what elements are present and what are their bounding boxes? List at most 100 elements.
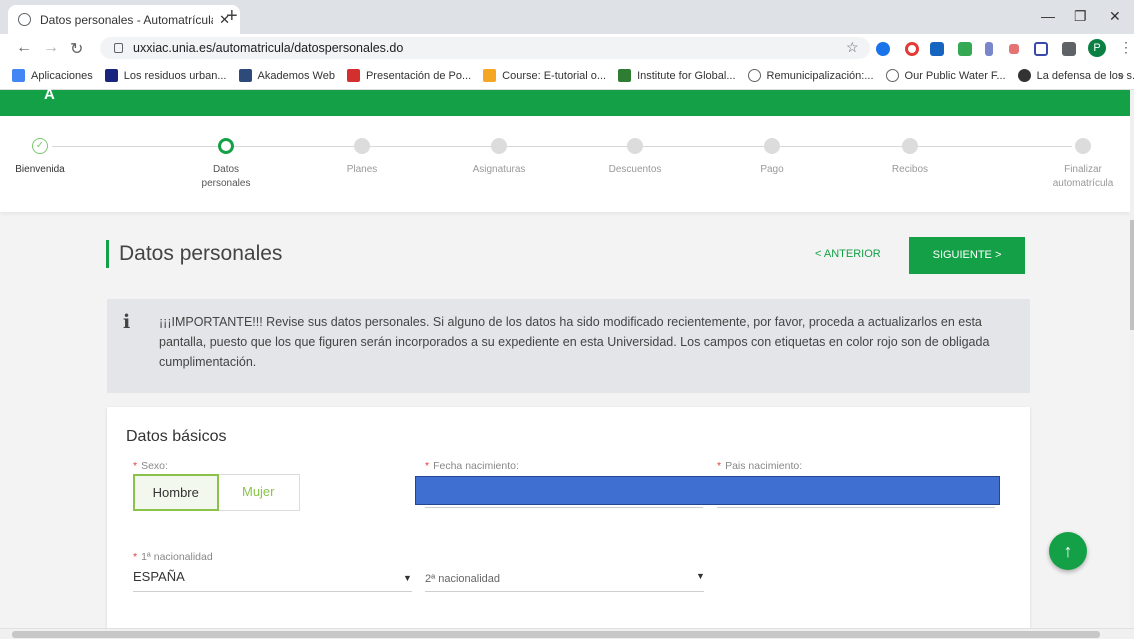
nacionalidad1-select[interactable]: ESPAÑA bbox=[133, 569, 185, 584]
bookmark-item[interactable]: Institute for Global... bbox=[618, 69, 736, 82]
nacionalidad1-label: * 1ª nacionalidad bbox=[133, 551, 213, 563]
bookmark-item[interactable]: Los residuos urban... bbox=[104, 69, 227, 82]
reload-icon[interactable]: ↻ bbox=[70, 39, 83, 59]
bookmarks-bar: Aplicaciones Los residuos urban... Akade… bbox=[0, 62, 1134, 90]
bookmark-star-icon[interactable]: ☆ bbox=[846, 39, 859, 56]
bookmark-label: Institute for Global... bbox=[637, 69, 736, 82]
page-title: Datos personales bbox=[106, 240, 282, 268]
fecha-nacimiento-label: * Fecha nacimiento: bbox=[425, 460, 519, 472]
info-icon: i bbox=[123, 311, 131, 333]
step-bienvenida[interactable]: ✓ Bienvenida bbox=[0, 136, 100, 177]
bookmarks-more-icon[interactable]: » bbox=[1118, 70, 1124, 82]
site-brand: A bbox=[44, 86, 55, 103]
step-planes: Planes bbox=[302, 136, 422, 177]
maximize-icon[interactable]: ❐ bbox=[1074, 8, 1087, 25]
step-finalizar: Finalizar automatrícula bbox=[1023, 136, 1134, 191]
extension-target-icon[interactable] bbox=[905, 42, 919, 56]
puzzle-icon[interactable] bbox=[1062, 42, 1076, 56]
step-asignaturas: Asignaturas bbox=[439, 136, 559, 177]
fecha-field-line bbox=[425, 507, 703, 508]
globe-icon bbox=[885, 69, 899, 82]
vertical-scrollbar[interactable] bbox=[1130, 90, 1134, 628]
back-icon[interactable]: ← bbox=[16, 39, 32, 57]
apps-icon bbox=[12, 69, 25, 82]
step-label: Pago bbox=[760, 164, 784, 175]
tab-title: Datos personales - Automatrícula bbox=[40, 12, 214, 27]
minimize-icon[interactable]: — bbox=[1041, 8, 1055, 24]
pais-field-line bbox=[717, 507, 995, 508]
bookmark-icon bbox=[618, 69, 632, 82]
required-marker: * bbox=[133, 460, 138, 472]
extension-download-icon[interactable] bbox=[1034, 42, 1048, 56]
chevron-down-icon[interactable]: ▼ bbox=[696, 571, 705, 581]
previous-button[interactable]: < ANTERIOR bbox=[815, 248, 881, 260]
globe-icon bbox=[747, 69, 761, 82]
step-label: Finalizar automatrícula bbox=[1052, 164, 1114, 189]
step-current-marker bbox=[218, 138, 234, 154]
menu-dots-icon[interactable]: ⋮ bbox=[1119, 39, 1133, 56]
forward-icon[interactable]: → bbox=[43, 39, 59, 57]
check-icon: ✓ bbox=[32, 138, 48, 154]
sexo-toggle[interactable]: Hombre Mujer bbox=[133, 474, 300, 511]
step-dot bbox=[627, 138, 643, 154]
bookmark-item[interactable]: Presentación de Po... bbox=[346, 69, 472, 82]
required-marker: * bbox=[133, 551, 138, 563]
step-datos-personales[interactable]: Datos personales bbox=[166, 136, 286, 191]
bookmark-label: Course: E-tutorial o... bbox=[502, 69, 607, 82]
profile-avatar[interactable]: P bbox=[1088, 39, 1106, 57]
extension-blue-icon[interactable] bbox=[876, 42, 890, 56]
bookmark-item[interactable]: Course: E-tutorial o... bbox=[483, 69, 606, 82]
step-label: Datos personales bbox=[201, 164, 251, 189]
bookmark-icon bbox=[346, 69, 360, 82]
lock-icon bbox=[114, 43, 123, 53]
address-bar-row: ← → ↻ uxxiac.unia.es/automatricula/datos… bbox=[0, 34, 1134, 62]
important-notice: i ¡¡¡IMPORTANTE!!! Revise sus datos pers… bbox=[107, 299, 1030, 393]
bookmark-icon bbox=[104, 69, 118, 82]
nacionalidad2-select[interactable]: 2ª nacionalidad bbox=[425, 573, 500, 585]
bookmark-icon bbox=[238, 69, 252, 82]
step-label: Asignaturas bbox=[472, 164, 526, 175]
step-label: Descuentos bbox=[608, 164, 662, 175]
new-tab-icon[interactable]: + bbox=[226, 6, 238, 26]
bookmark-item[interactable]: Remunicipalización:... bbox=[747, 69, 874, 82]
globe-icon bbox=[18, 13, 31, 26]
scrollbar-thumb[interactable] bbox=[12, 631, 1100, 638]
step-label: Bienvenida bbox=[15, 164, 65, 175]
basic-data-card: Datos básicos * Sexo: Hombre Mujer * Fecha… bbox=[107, 407, 1030, 637]
step-dot bbox=[902, 138, 918, 154]
url-field[interactable]: uxxiac.unia.es/automatricula/datosperson… bbox=[100, 37, 870, 59]
nacionalidad2-line bbox=[425, 591, 704, 592]
bookmark-item[interactable]: Our Public Water F... bbox=[885, 69, 1006, 82]
extension-pen-icon[interactable] bbox=[985, 42, 993, 56]
step-pago: Pago bbox=[712, 136, 832, 177]
sexo-label: * Sexo: bbox=[133, 460, 168, 472]
scrollbar-thumb[interactable] bbox=[1130, 220, 1134, 330]
step-dot bbox=[764, 138, 780, 154]
bookmark-icon bbox=[1017, 69, 1031, 82]
sexo-option-mujer[interactable]: Mujer bbox=[218, 475, 300, 510]
extension-new-icon[interactable] bbox=[930, 42, 944, 56]
progress-stepper: ✓ Bienvenida Datos personales Planes Asi… bbox=[0, 116, 1130, 212]
next-button[interactable]: SIGUIENTE > bbox=[909, 237, 1025, 274]
browser-tab[interactable]: Datos personales - Automatrícula ✕ bbox=[8, 5, 240, 34]
step-label: Planes bbox=[346, 164, 378, 175]
chevron-down-icon[interactable]: ▼ bbox=[403, 573, 412, 583]
bookmark-label: Aplicaciones bbox=[31, 69, 93, 82]
bookmark-label: Presentación de Po... bbox=[365, 69, 472, 82]
browser-tab-bar: Datos personales - Automatrícula ✕ + — ❐… bbox=[0, 0, 1134, 34]
step-descuentos: Descuentos bbox=[575, 136, 695, 177]
scroll-to-top-button[interactable]: ↑ bbox=[1049, 532, 1087, 570]
bookmark-item[interactable]: La defensa de los s... bbox=[1017, 69, 1134, 82]
bookmark-item[interactable]: Akademos Web bbox=[238, 69, 335, 82]
step-dot bbox=[491, 138, 507, 154]
extension-green-icon[interactable] bbox=[958, 42, 972, 56]
nacionalidad1-line bbox=[133, 591, 412, 592]
extension-red-icon[interactable] bbox=[1009, 44, 1019, 54]
required-marker: * bbox=[425, 460, 430, 472]
window-close-icon[interactable]: ✕ bbox=[1109, 8, 1121, 25]
sexo-option-hombre[interactable]: Hombre bbox=[133, 474, 219, 511]
bookmark-item[interactable]: Aplicaciones bbox=[12, 69, 93, 82]
horizontal-scrollbar[interactable] bbox=[0, 628, 1134, 639]
step-dot bbox=[354, 138, 370, 154]
site-header: A bbox=[0, 86, 1130, 116]
